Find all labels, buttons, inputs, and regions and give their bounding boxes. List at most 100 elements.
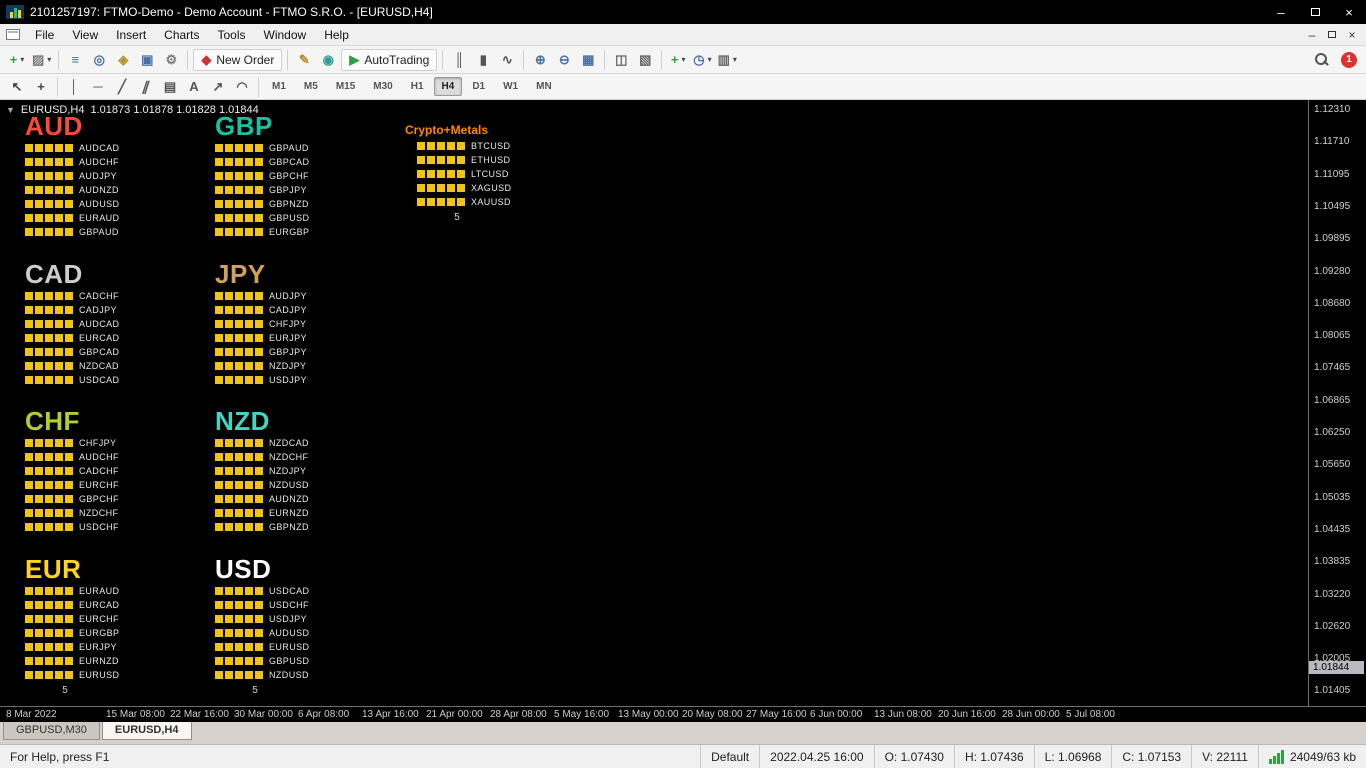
minimize-button[interactable]: – bbox=[1264, 0, 1298, 24]
tile-windows-button[interactable]: ▦ bbox=[577, 49, 599, 71]
pair-row-audnzd: AUDNZD bbox=[215, 492, 401, 506]
close-button[interactable]: × bbox=[1332, 0, 1366, 24]
timeframe-mn-button[interactable]: MN bbox=[528, 77, 560, 96]
horizontal-line-button[interactable]: ─ bbox=[87, 76, 109, 98]
strength-square bbox=[245, 158, 253, 166]
strength-square bbox=[255, 306, 263, 314]
timeframe-m30-button[interactable]: M30 bbox=[365, 77, 400, 96]
market-watch-button[interactable]: ≡ bbox=[64, 49, 86, 71]
price-axis[interactable]: 1.12310 1.11710 1.11095 1.10495 1.09895 1.092… bbox=[1308, 100, 1366, 706]
strength-square bbox=[255, 172, 263, 180]
menu-item-window[interactable]: Window bbox=[255, 26, 316, 44]
chart-bars-icon: ║ bbox=[454, 52, 464, 67]
chart-line-button[interactable]: ∿ bbox=[496, 49, 518, 71]
new-chart-button[interactable]: + ▾ bbox=[6, 49, 28, 71]
search-button[interactable] bbox=[1310, 49, 1332, 71]
chart-candles-button[interactable]: ▮ bbox=[472, 49, 494, 71]
strength-square bbox=[45, 601, 53, 609]
terminal-button[interactable]: ▣ bbox=[136, 49, 158, 71]
dropdown-caret-icon[interactable]: ▾ bbox=[20, 55, 24, 64]
chart-bars-button[interactable]: ║ bbox=[448, 49, 470, 71]
metaeditor-button[interactable]: ✎ bbox=[293, 49, 315, 71]
trendline-button[interactable]: ╱ bbox=[111, 76, 133, 98]
cycle-lines-button[interactable]: ◠ bbox=[231, 76, 253, 98]
arrows-button[interactable]: ↗ bbox=[207, 76, 229, 98]
dropdown-caret-icon[interactable]: ▾ bbox=[708, 55, 712, 64]
strength-square bbox=[215, 587, 223, 595]
indicators-button[interactable]: + ▾ bbox=[667, 49, 689, 71]
dropdown-caret-icon[interactable]: ▾ bbox=[733, 55, 737, 64]
timeframe-m15-button[interactable]: M15 bbox=[328, 77, 363, 96]
strength-square bbox=[245, 467, 253, 475]
timeframe-h4-button[interactable]: H4 bbox=[433, 77, 463, 96]
menu-item-view[interactable]: View bbox=[63, 26, 107, 44]
timeframe-h1-button[interactable]: H1 bbox=[403, 77, 432, 96]
strength-squares bbox=[25, 587, 73, 595]
timeframe-w1-button[interactable]: W1 bbox=[495, 77, 526, 96]
strength-square bbox=[25, 657, 33, 665]
strength-square bbox=[45, 495, 53, 503]
status-connection: 24049/63 kb bbox=[1259, 745, 1366, 768]
zoom-out-button[interactable]: ⊖ bbox=[553, 49, 575, 71]
pair-label: GBPCAD bbox=[269, 157, 310, 167]
pair-row-nzdusd: NZDUSD bbox=[215, 478, 401, 492]
strength-squares bbox=[25, 509, 73, 517]
autotrading-button[interactable]: ▶ AutoTrading bbox=[341, 48, 438, 71]
notifications-badge[interactable]: 1 bbox=[1341, 51, 1357, 68]
dropdown-caret-icon[interactable]: ▾ bbox=[682, 55, 686, 64]
strength-square bbox=[245, 671, 253, 679]
chart-canvas[interactable]: ▼ EURUSD,H4 1.01873 1.01878 1.01828 1.01… bbox=[0, 100, 1308, 706]
cascade-windows-button[interactable]: ▧ bbox=[634, 49, 656, 71]
timeframe-m5-button[interactable]: M5 bbox=[296, 77, 326, 96]
strategy-tester-button[interactable]: ⚙ bbox=[160, 49, 182, 71]
strength-square bbox=[225, 214, 233, 222]
toolbar-separator bbox=[57, 76, 58, 97]
navigator-button[interactable]: ◈ bbox=[112, 49, 134, 71]
menu-item-help[interactable]: Help bbox=[315, 26, 358, 44]
strength-panel-aud: AUD AUDCAD AUDCHF AUDJPY AUDNZD AUDUSD EURAUD G… bbox=[25, 112, 211, 239]
zoom-in-button[interactable]: ⊕ bbox=[529, 49, 551, 71]
arrange-windows-button[interactable]: ◫ bbox=[610, 49, 632, 71]
templates-button[interactable]: ▥ ▾ bbox=[716, 49, 739, 71]
cursor-button[interactable]: ↖ bbox=[6, 76, 28, 98]
strength-square bbox=[235, 186, 243, 194]
profiles-button[interactable]: ▨ ▾ bbox=[30, 49, 53, 71]
panel-counter: 5 bbox=[252, 685, 258, 696]
time-axis[interactable]: 8 Mar 2022 15 Mar 08:00 22 Mar 16:00 30 Mar… bbox=[0, 706, 1366, 722]
timeframe-m1-button[interactable]: M1 bbox=[264, 77, 294, 96]
chart-window-icon[interactable] bbox=[6, 29, 20, 40]
menu-item-insert[interactable]: Insert bbox=[107, 26, 155, 44]
strength-square bbox=[245, 362, 253, 370]
periods-button[interactable]: ◷ ▾ bbox=[691, 49, 713, 71]
channel-button[interactable]: ∥ bbox=[135, 76, 157, 98]
autotrading-button-label: AutoTrading bbox=[364, 52, 430, 67]
menu-item-charts[interactable]: Charts bbox=[155, 26, 208, 44]
strength-squares bbox=[215, 306, 263, 314]
strength-square bbox=[215, 320, 223, 328]
menu-item-tools[interactable]: Tools bbox=[209, 26, 255, 44]
pair-row-usdjpy: USDJPY bbox=[215, 612, 401, 626]
child-close-button[interactable]: × bbox=[1342, 28, 1362, 42]
chart-tab-eurusd-h4[interactable]: EURUSD,H4 bbox=[101, 722, 192, 740]
menu-item-file[interactable]: File bbox=[26, 26, 63, 44]
text-button[interactable]: A bbox=[183, 76, 205, 98]
restore-button[interactable] bbox=[1298, 0, 1332, 24]
chart-tab-gbpusd-m30[interactable]: GBPUSD,M30 bbox=[3, 722, 100, 740]
child-minimize-button[interactable]: – bbox=[1302, 28, 1322, 42]
strength-square bbox=[225, 200, 233, 208]
strength-square bbox=[55, 671, 63, 679]
one-click-trading-toggle[interactable]: ▼ bbox=[6, 105, 15, 115]
dropdown-caret-icon[interactable]: ▾ bbox=[47, 55, 51, 64]
toolbar-separator bbox=[604, 49, 606, 70]
data-window-button[interactable]: ◎ bbox=[88, 49, 110, 71]
panel-title-gbp: GBP bbox=[215, 111, 273, 141]
timeframe-d1-button[interactable]: D1 bbox=[464, 77, 493, 96]
status-profile[interactable]: Default bbox=[701, 745, 761, 768]
new-order-button[interactable]: ◆ New Order bbox=[193, 48, 283, 71]
fibonacci-button[interactable]: ▤ bbox=[159, 76, 181, 98]
crosshair-button[interactable]: + bbox=[30, 76, 52, 98]
vertical-line-button[interactable]: │ bbox=[63, 76, 85, 98]
child-restore-button[interactable] bbox=[1322, 31, 1342, 38]
mql5-button[interactable]: ◉ bbox=[317, 49, 339, 71]
strength-squares bbox=[25, 376, 73, 384]
